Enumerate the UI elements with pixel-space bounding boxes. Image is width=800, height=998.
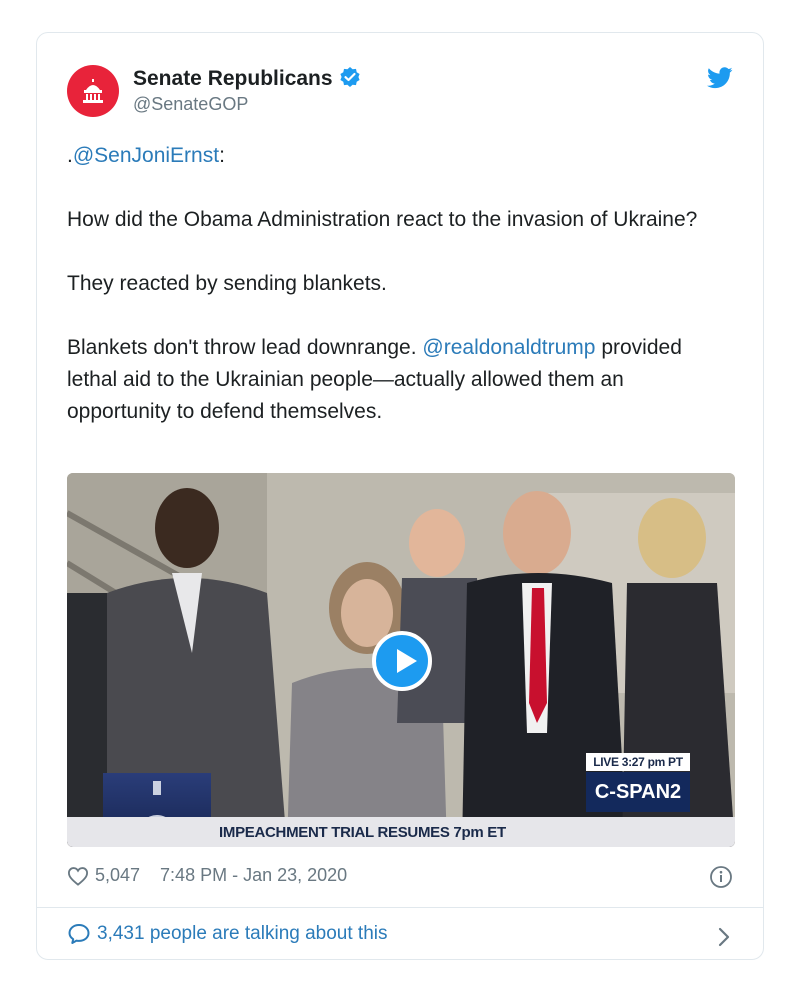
chevron-right-icon[interactable]: [717, 926, 731, 948]
account-name[interactable]: Senate Republicans: [133, 66, 361, 91]
mention-link-senjoniernst[interactable]: @SenJoniErnst: [73, 144, 219, 167]
mention-suffix: :: [219, 144, 225, 167]
capitol-icon: [83, 79, 103, 103]
play-button[interactable]: [372, 631, 432, 691]
tweet-text: .@SenJoniErnst: How did the Obama Admini…: [67, 140, 727, 460]
speech-bubble-icon: [68, 924, 90, 944]
tweet-meta: 5,047 7:48 PM - Jan 23, 2020: [67, 865, 347, 886]
tweet-paragraph-2: How did the Obama Administration react t…: [67, 208, 698, 231]
account-handle[interactable]: @SenateGOP: [133, 94, 248, 115]
tweet-paragraph-3: They reacted by sending blankets.: [67, 272, 387, 295]
chyron-text: IMPEACHMENT TRIAL RESUMES 7pm ET: [219, 824, 506, 841]
conversation-link[interactable]: 3,431 people are talking about this: [67, 923, 388, 945]
avatar[interactable]: [67, 65, 119, 117]
network-logo: C-SPAN2: [586, 772, 690, 812]
video-player[interactable]: LIVE 3:27 pm PT C-SPAN2 IMPEACHMENT TRIA…: [67, 473, 735, 847]
tweet-paragraph-4: Blankets don't throw lead downrange. @re…: [67, 332, 727, 428]
live-indicator: LIVE 3:27 pm PT: [586, 753, 690, 771]
tweet-card: Senate Republicans @SenateGOP .@SenJoniE…: [36, 32, 764, 960]
like-count[interactable]: 5,047: [95, 865, 140, 886]
account-name-text[interactable]: Senate Republicans: [133, 67, 333, 90]
conversation-text[interactable]: 3,431 people are talking about this: [97, 923, 388, 945]
divider: [37, 907, 763, 908]
mention-link-realdonaldtrump[interactable]: @realdonaldtrump: [422, 336, 595, 359]
timestamp[interactable]: 7:48 PM - Jan 23, 2020: [160, 865, 347, 886]
verified-badge-icon: [339, 67, 360, 87]
twitter-bird-icon[interactable]: [707, 67, 733, 89]
chyron-bar: IMPEACHMENT TRIAL RESUMES 7pm ET: [67, 817, 735, 847]
paragraph-4-start: Blankets don't throw lead downrange.: [67, 336, 423, 359]
heart-icon[interactable]: [67, 866, 89, 886]
tweet-paragraph-1: .@SenJoniErnst:: [67, 140, 727, 172]
info-icon[interactable]: [709, 865, 733, 889]
